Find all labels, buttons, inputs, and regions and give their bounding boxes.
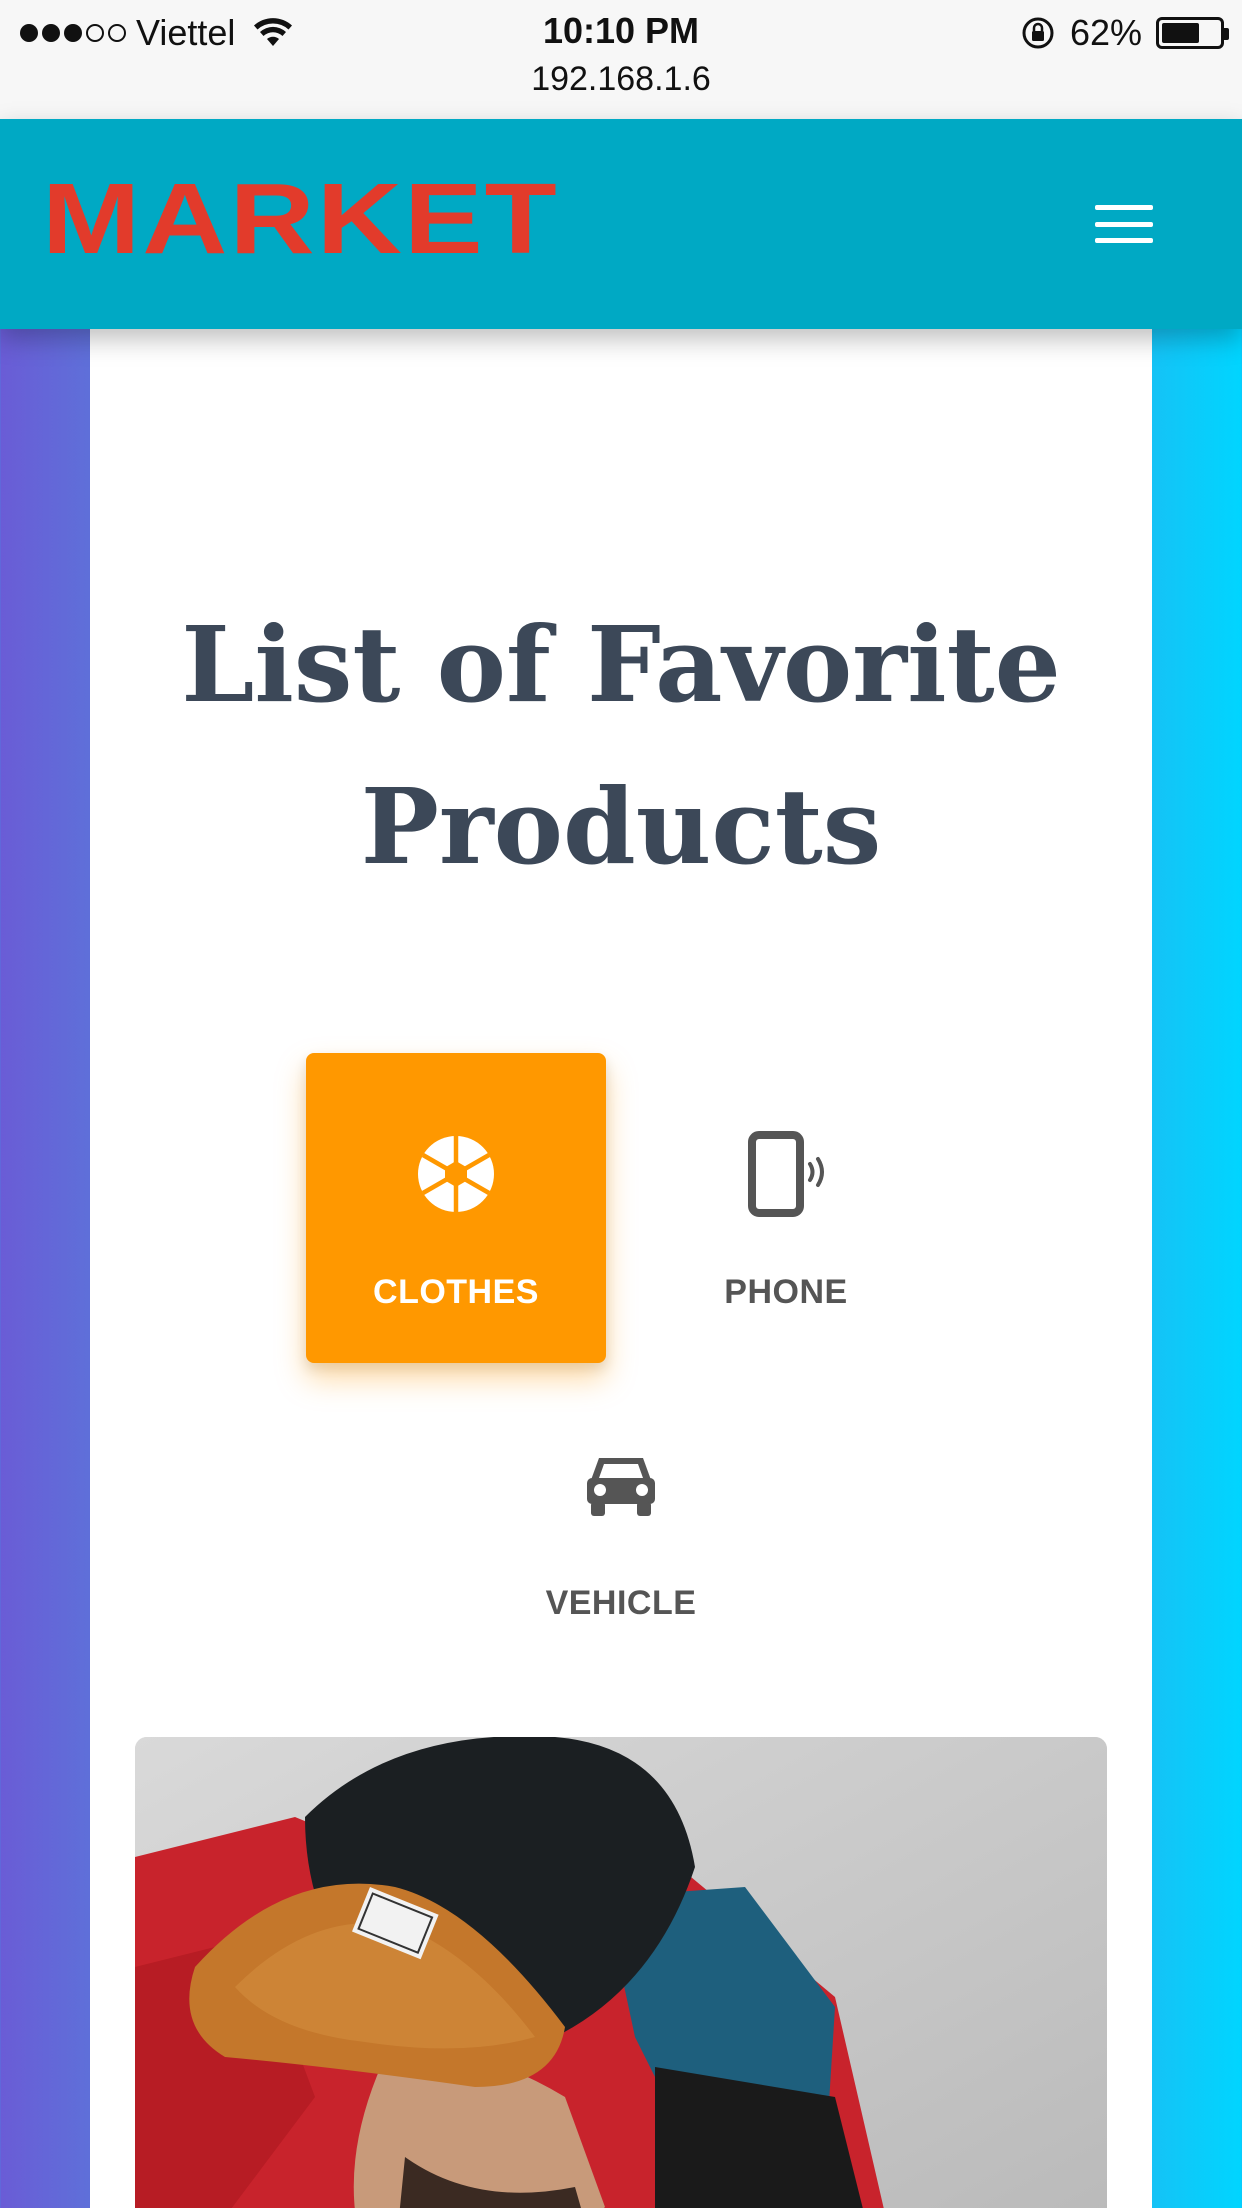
- category-tab-phone[interactable]: PHONE: [636, 1053, 936, 1363]
- camera-aperture-icon: [416, 1131, 496, 1217]
- header-navbar: MARKET: [0, 119, 1242, 329]
- product-photo: [135, 1737, 1107, 2208]
- product-image[interactable]: [135, 1737, 1107, 2208]
- page-url[interactable]: 192.168.1.6: [0, 60, 1242, 99]
- category-label-vehicle: VEHICLE: [545, 1584, 697, 1622]
- category-label-clothes: CLOTHES: [373, 1273, 539, 1311]
- hamburger-menu-icon[interactable]: [1095, 201, 1153, 247]
- battery-icon: [1156, 17, 1229, 49]
- status-right: 62%: [1020, 12, 1229, 54]
- status-bar: Viettel 10:10 PM 192.168.1.6 62%: [0, 0, 1242, 119]
- category-label-phone: PHONE: [724, 1273, 848, 1311]
- car-icon: [581, 1442, 661, 1528]
- main-content-card: List of Favorite Products CLOTHES PHONE …: [90, 329, 1152, 2208]
- battery-percent: 62%: [1069, 12, 1142, 53]
- market-logo[interactable]: MARKET: [42, 169, 559, 269]
- page-title: List of Favorite Products: [181, 603, 1061, 888]
- category-tab-vehicle[interactable]: VEHICLE: [471, 1364, 771, 1664]
- rotation-lock-icon: [1022, 17, 1054, 49]
- category-tab-clothes[interactable]: CLOTHES: [306, 1053, 606, 1363]
- phone-vibrate-icon: [746, 1131, 826, 1217]
